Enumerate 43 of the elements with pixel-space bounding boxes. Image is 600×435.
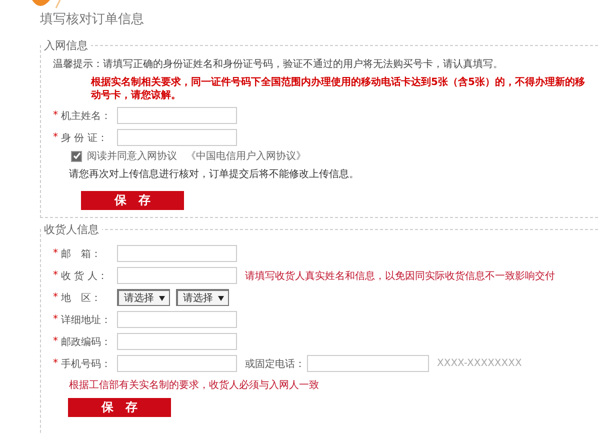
warning-text: 根据实名制相关要求，同一证件号码下全国范围内办理使用的移动电话卡达到5张（含5张）的，不得办理新的移动号卡，请您谅解。 xyxy=(91,76,586,102)
save-button[interactable]: 保 存 xyxy=(68,398,171,417)
caret-icon xyxy=(159,296,165,300)
field-label: 邮 箱： xyxy=(61,248,102,260)
required-mark: * xyxy=(53,358,58,369)
field-label: 或固定电话： xyxy=(245,358,305,370)
input-field[interactable] xyxy=(117,107,237,124)
required-mark: * xyxy=(53,270,58,281)
required-mark: * xyxy=(53,110,58,121)
required-mark: * xyxy=(53,336,58,347)
required-mark: * xyxy=(53,314,58,325)
required-mark: * xyxy=(53,292,58,303)
format-hint: XXXX-XXXXXXXX xyxy=(437,358,522,369)
required-mark: * xyxy=(53,248,58,259)
select-dropdown[interactable]: 请选择 xyxy=(176,289,229,306)
input-field[interactable] xyxy=(117,129,237,146)
field-label: 收 货 人： xyxy=(61,270,108,282)
agreement-link[interactable]: 《中国电信用户入网协议》 xyxy=(186,149,306,163)
field-label: 机主姓名： xyxy=(61,110,112,122)
input-field[interactable] xyxy=(117,333,237,350)
page-title: 填写核对订单信息 xyxy=(40,11,145,29)
input-field[interactable] xyxy=(117,245,237,262)
input-field[interactable] xyxy=(307,355,429,372)
input-field[interactable] xyxy=(117,355,237,372)
agreement-text: 阅读并同意入网协议 xyxy=(87,150,177,163)
caret-icon xyxy=(218,296,224,300)
section-legend: 收货人信息 xyxy=(41,222,102,237)
required-mark: * xyxy=(53,132,58,143)
input-field[interactable] xyxy=(117,267,237,284)
warning-text: 根据工信部有关实名制的要求，收货人必须与入网人一致 xyxy=(69,378,320,392)
tip-text: 请填写收货人真实姓名和信息，以免因同实际收货信息不一致影响交付 xyxy=(245,270,555,282)
input-field[interactable] xyxy=(117,311,237,328)
field-label: 地 区： xyxy=(61,292,102,304)
section-legend: 入网信息 xyxy=(41,38,91,53)
field-label: 手机号码： xyxy=(61,358,112,370)
save-button[interactable]: 保 存 xyxy=(81,191,184,210)
hint-text: 温馨提示：请填写正确的身份证姓名和身份证号码，验证不通过的用户将无法购买号卡，请认真填写。 xyxy=(53,58,504,71)
field-label: 邮政编码： xyxy=(61,336,112,348)
select-dropdown[interactable]: 请选择 xyxy=(117,289,170,306)
note-text: 请您再次对上传信息进行核对，订单提交后将不能修改上传信息。 xyxy=(69,168,360,181)
checkbox[interactable] xyxy=(71,150,82,162)
field-label: 身 份 证： xyxy=(61,132,108,144)
field-label: 详细地址： xyxy=(61,314,112,326)
